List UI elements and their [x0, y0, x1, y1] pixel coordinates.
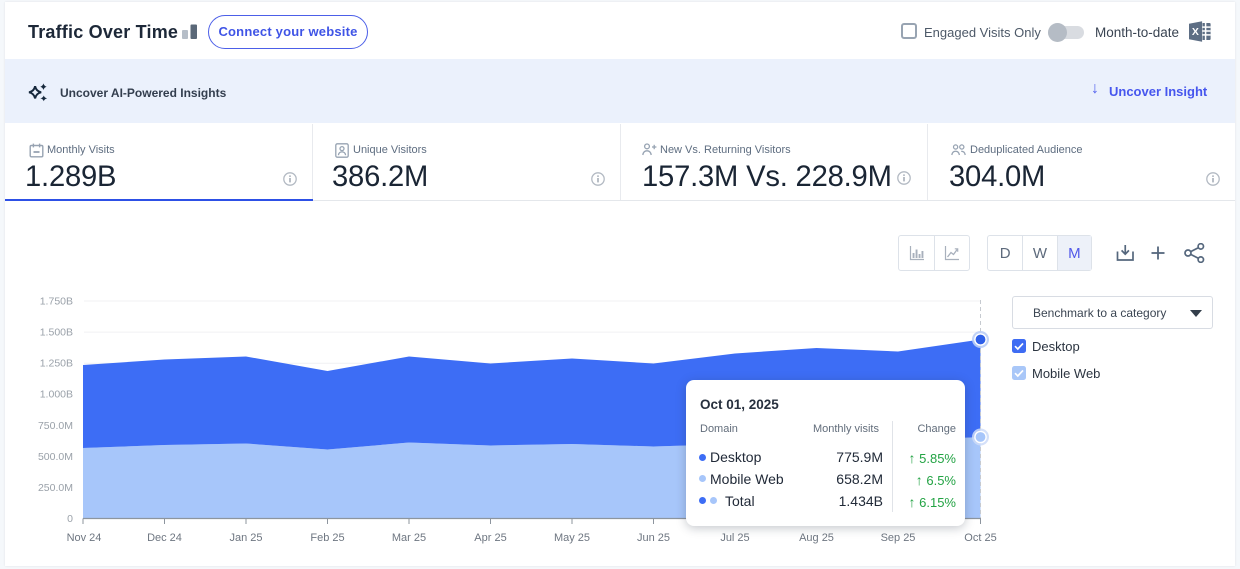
svg-text:Apr 25: Apr 25 [474, 532, 506, 544]
svg-text:500.0M: 500.0M [38, 451, 73, 463]
svg-text:0: 0 [67, 513, 73, 525]
svg-text:Nov 24: Nov 24 [67, 532, 102, 544]
svg-text:Oct 25: Oct 25 [964, 532, 996, 544]
svg-text:Jun 25: Jun 25 [637, 532, 670, 544]
svg-text:1.500B: 1.500B [40, 327, 73, 339]
svg-text:Feb 25: Feb 25 [310, 532, 344, 544]
svg-text:250.0M: 250.0M [38, 482, 73, 494]
svg-text:Mar 25: Mar 25 [392, 532, 426, 544]
svg-text:May 25: May 25 [554, 532, 590, 544]
svg-text:1.000B: 1.000B [40, 389, 73, 401]
svg-text:Dec 24: Dec 24 [147, 532, 182, 544]
svg-text:1.250B: 1.250B [40, 358, 73, 370]
svg-text:1.750B: 1.750B [40, 296, 73, 308]
svg-text:Sep 25: Sep 25 [881, 532, 916, 544]
svg-text:750.0M: 750.0M [38, 420, 73, 432]
svg-text:Jan 25: Jan 25 [229, 532, 262, 544]
svg-text:Aug 25: Aug 25 [799, 532, 834, 544]
svg-text:Jul 25: Jul 25 [720, 532, 749, 544]
